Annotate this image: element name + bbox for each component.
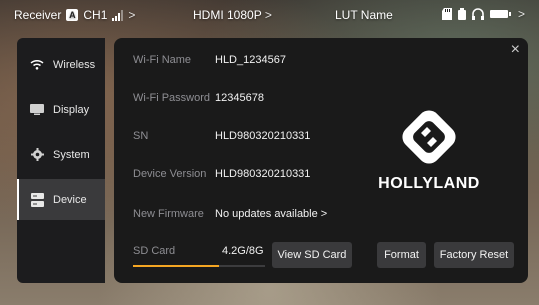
device-icon (29, 192, 45, 207)
sidebar-item-label: System (53, 148, 90, 161)
channel-label: CH1 (83, 8, 108, 22)
sidebar-item-wireless[interactable]: Wireless (17, 44, 105, 85)
sidebar-item-label: Wireless (53, 58, 96, 71)
brand-name: HOLLYLAND (378, 175, 480, 192)
firmware-update-link[interactable]: No updates available > (215, 208, 327, 220)
wifi-password-label: Wi-Fi Password (133, 92, 211, 104)
video-format-label: HDMI 1080P (193, 8, 262, 22)
display-icon (29, 103, 45, 117)
sd-card-label: SD Card (133, 245, 176, 257)
wifi-name-value: HLD_1234567 (215, 54, 286, 66)
status-bar: Receiver A CH1 > HDMI 1080P > LUT Name > (0, 0, 539, 30)
battery-icon (489, 10, 511, 18)
headphones-icon (471, 8, 484, 20)
view-sd-card-button[interactable]: View SD Card (272, 242, 352, 268)
wifi-password-value: 12345678 (215, 92, 264, 104)
sidebar-item-display[interactable]: Display (17, 89, 105, 130)
sd-usage-fill (133, 265, 219, 267)
hollyland-logo-icon (402, 110, 456, 164)
receiver-status[interactable]: Receiver A CH1 > (14, 8, 135, 22)
chevron-right-icon: > (264, 8, 272, 22)
device-info-panel: × Wi-Fi Name HLD_1234567 Wi-Fi Password … (114, 38, 528, 283)
device-version-value: HLD980320210331 (215, 168, 311, 180)
chevron-right-icon[interactable]: > (518, 7, 525, 21)
device-version-label: Device Version (133, 168, 207, 180)
sd-card-usage: 4.2G/8G (222, 245, 264, 257)
new-firmware-label: New Firmware (133, 208, 204, 220)
sidebar-item-label: Device (53, 193, 87, 206)
chevron-right-icon: > (128, 8, 136, 22)
lut-selector[interactable]: LUT Name (335, 8, 393, 22)
sd-usage-bar (133, 265, 265, 267)
sidebar-item-label: Display (53, 103, 90, 116)
wifi-icon (29, 58, 45, 72)
lut-label: LUT Name (335, 8, 393, 22)
close-icon[interactable]: × (511, 41, 520, 59)
video-format-selector[interactable]: HDMI 1080P > (193, 8, 272, 22)
wifi-name-label: Wi-Fi Name (133, 54, 192, 66)
sn-label: SN (133, 130, 149, 142)
hollyland-logo: HOLLYLAND (370, 104, 488, 204)
mode-label: Receiver (14, 8, 62, 22)
settings-sidebar: Wireless Display System Device (17, 38, 105, 283)
gear-icon (29, 148, 45, 162)
sidebar-item-system[interactable]: System (17, 134, 105, 175)
sd-card-icon (441, 8, 452, 20)
format-button[interactable]: Format (377, 242, 426, 268)
signal-strength-icon (112, 9, 124, 21)
sn-value: HLD980320210331 (215, 130, 311, 142)
status-icons: > (441, 7, 525, 21)
receiver-badge: A (66, 9, 79, 21)
factory-reset-button[interactable]: Factory Reset (434, 242, 514, 268)
battery-device-icon (457, 8, 466, 20)
sidebar-item-device[interactable]: Device (17, 179, 105, 220)
